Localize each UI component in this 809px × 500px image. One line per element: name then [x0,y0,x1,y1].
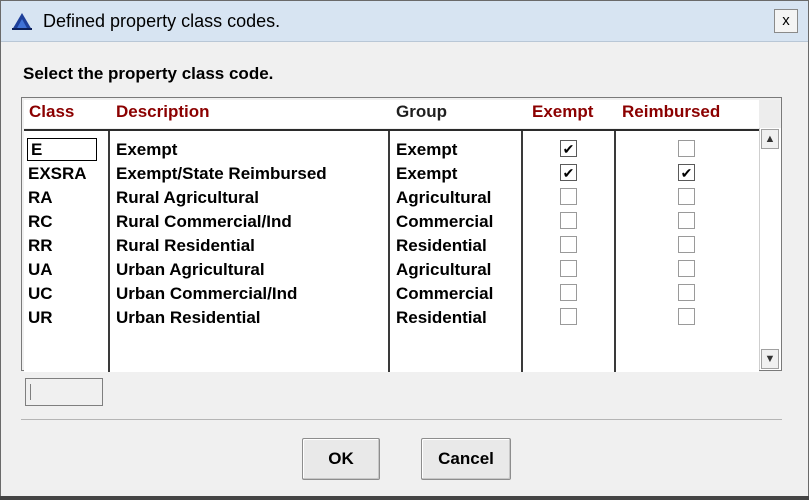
table-row[interactable]: RR Rural Residential Residential [24,234,759,258]
class-code-cell[interactable]: EXSRA [28,164,87,184]
group-cell: Agricultural [396,260,492,279]
property-class-dialog: Defined property class codes. x Select t… [0,0,809,500]
reimbursed-checkbox[interactable]: ✔ [678,164,695,181]
separator [21,419,782,420]
list-header: Class Description Group Exempt Reimburse… [24,100,759,128]
group-cell: Commercial [396,212,494,231]
vertical-scrollbar[interactable]: ▲ ▼ [759,128,781,370]
description-cell: Rural Residential [116,236,255,255]
background-strip [0,496,809,500]
cancel-button[interactable]: Cancel [421,438,511,480]
exempt-checkbox[interactable] [560,212,577,229]
description-cell: Exempt/State Reimbursed [116,164,327,183]
column-header-group[interactable]: Group [396,102,447,122]
column-header-description[interactable]: Description [116,102,210,122]
arrow-down-icon: ▼ [764,353,776,365]
class-code-cell[interactable]: UC [28,284,53,304]
exempt-checkbox[interactable] [560,260,577,277]
description-cell: Urban Agricultural [116,260,265,279]
app-icon [11,11,33,31]
class-code-cell[interactable]: RA [28,188,53,208]
selection-field[interactable] [25,378,103,406]
window-title: Defined property class codes. [43,11,281,31]
class-code-list[interactable]: Class Description Group Exempt Reimburse… [21,97,782,372]
exempt-checkbox[interactable] [560,236,577,253]
column-header-reimbursed[interactable]: Reimbursed [622,102,720,122]
reimbursed-checkbox[interactable] [678,236,695,253]
reimbursed-checkbox[interactable] [678,308,695,325]
reimbursed-checkbox[interactable] [678,188,695,205]
description-cell: Rural Agricultural [116,188,259,207]
exempt-checkbox[interactable] [560,308,577,325]
text-caret [30,384,31,400]
scroll-down-button[interactable]: ▼ [761,349,779,369]
table-row[interactable]: UR Urban Residential Residential [24,306,759,330]
group-cell: Agricultural [396,188,492,207]
arrow-up-icon: ▲ [764,133,776,145]
table-row[interactable]: E Exempt Exempt ✔ [24,138,759,162]
table-row[interactable]: UA Urban Agricultural Agricultural [24,258,759,282]
class-code-cell[interactable]: UA [28,260,53,280]
close-icon: x [782,12,790,29]
column-header-exempt[interactable]: Exempt [532,102,593,122]
class-code-cell[interactable]: RC [28,212,53,232]
table-row[interactable]: UC Urban Commercial/Ind Commercial [24,282,759,306]
reimbursed-checkbox[interactable] [678,284,695,301]
class-code-cell[interactable]: UR [28,308,53,328]
table-row[interactable]: RA Rural Agricultural Agricultural [24,186,759,210]
table-row[interactable]: EXSRA Exempt/State Reimbursed Exempt ✔ ✔ [24,162,759,186]
description-cell: Urban Residential [116,308,261,327]
close-button[interactable]: x [774,9,798,33]
group-cell: Residential [396,308,487,327]
class-code-cell[interactable]: E [27,138,97,161]
description-cell: Exempt [116,140,178,159]
scroll-corner [759,100,780,128]
scroll-up-button[interactable]: ▲ [761,129,779,149]
group-cell: Exempt [396,164,458,183]
reimbursed-checkbox[interactable] [678,212,695,229]
exempt-checkbox[interactable]: ✔ [560,140,577,157]
exempt-checkbox[interactable] [560,284,577,301]
description-cell: Rural Commercial/Ind [116,212,292,231]
group-cell: Residential [396,236,487,255]
prompt-text: Select the property class code. [23,64,274,83]
ok-button[interactable]: OK [302,438,380,480]
reimbursed-checkbox[interactable] [678,260,695,277]
table-row[interactable]: RC Rural Commercial/Ind Commercial [24,210,759,234]
list-body: E Exempt Exempt ✔ EXSRA Exempt/State Reimburs… [24,129,759,372]
group-cell: Commercial [396,284,494,303]
exempt-checkbox[interactable]: ✔ [560,164,577,181]
exempt-checkbox[interactable] [560,188,577,205]
group-cell: Exempt [396,140,458,159]
class-code-cell[interactable]: RR [28,236,53,256]
reimbursed-checkbox[interactable] [678,140,695,157]
column-header-class[interactable]: Class [29,102,74,122]
description-cell: Urban Commercial/Ind [116,284,298,303]
title-bar: Defined property class codes. x [1,1,808,42]
